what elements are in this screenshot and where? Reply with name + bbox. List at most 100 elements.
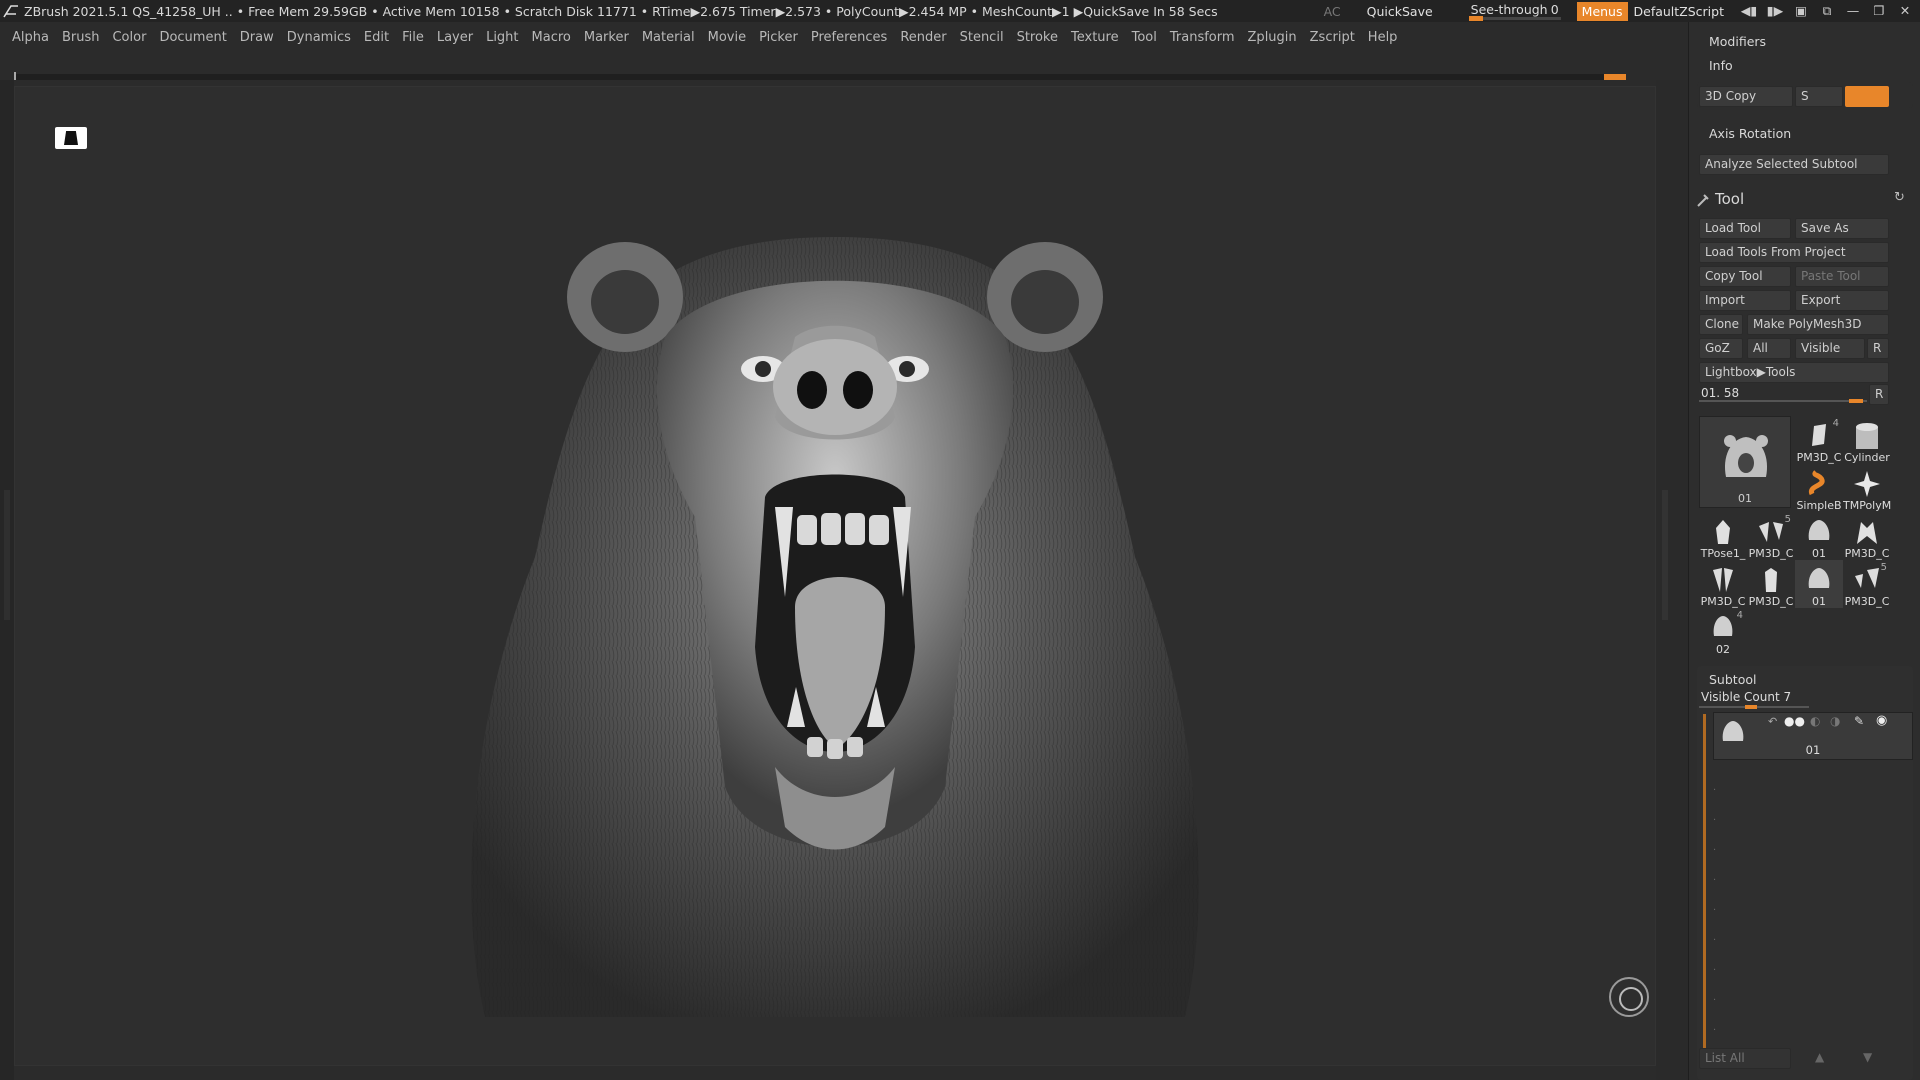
brush-toggle-icon[interactable]: ✎ bbox=[1854, 714, 1864, 728]
close-icon[interactable]: ✕ bbox=[1894, 3, 1916, 19]
view-gizmo-icon[interactable] bbox=[1609, 977, 1649, 1017]
move-up-icon[interactable]: ▲ bbox=[1815, 1050, 1824, 1064]
right-tray-splitter[interactable] bbox=[1656, 80, 1688, 1080]
tool-thumb-simplebrush[interactable]: SimpleB bbox=[1795, 464, 1843, 512]
subtool-scrollbar[interactable] bbox=[1703, 714, 1706, 1068]
material-toggle-icon[interactable]: ◐ bbox=[1810, 714, 1820, 728]
goz-visible-button[interactable]: Visible bbox=[1795, 338, 1865, 359]
tool-thumb-pm3d-2[interactable]: 5 PM3D_C bbox=[1747, 512, 1795, 560]
move-down-icon[interactable]: ▼ bbox=[1863, 1050, 1872, 1064]
tool-slider-r-button[interactable]: R bbox=[1869, 384, 1889, 405]
document-canvas[interactable] bbox=[14, 86, 1656, 1066]
pm3d-shape-icon bbox=[1812, 424, 1826, 446]
lightbox-tools-button[interactable]: Lightbox▶Tools bbox=[1699, 362, 1889, 383]
see-through-slider[interactable]: See-through 0 bbox=[1467, 1, 1563, 21]
menu-help[interactable]: Help bbox=[1368, 30, 1398, 45]
paste-tool-button[interactable]: Paste Tool bbox=[1795, 266, 1889, 287]
tool-thumb-cylinder[interactable]: Cylinder bbox=[1843, 416, 1891, 464]
menu-brush[interactable]: Brush bbox=[62, 30, 100, 45]
menu-light[interactable]: Light bbox=[486, 30, 518, 45]
menu-zplugin[interactable]: Zplugin bbox=[1248, 30, 1297, 45]
tool-thumb-pm3d-5[interactable]: PM3D_C bbox=[1747, 560, 1795, 608]
menu-stencil[interactable]: Stencil bbox=[960, 30, 1004, 45]
s-button[interactable]: S bbox=[1795, 86, 1843, 107]
visible-count-slider[interactable]: Visible Count 7 bbox=[1699, 688, 1809, 709]
menu-stroke[interactable]: Stroke bbox=[1017, 30, 1058, 45]
left-tray[interactable] bbox=[0, 80, 14, 1080]
clone-button[interactable]: Clone bbox=[1699, 314, 1743, 335]
goz-all-button[interactable]: All bbox=[1747, 338, 1791, 359]
solo-toggle-icon[interactable]: ◑ bbox=[1830, 714, 1840, 728]
menu-document[interactable]: Document bbox=[159, 30, 226, 45]
polypaint-toggle-icon[interactable]: ●● bbox=[1784, 714, 1805, 728]
window-swap-icon[interactable]: ⧉ bbox=[1816, 3, 1838, 19]
default-zscript-button[interactable]: DefaultZScript bbox=[1634, 4, 1725, 19]
analyze-selected-subtool-button[interactable]: Analyze Selected Subtool bbox=[1699, 154, 1889, 175]
menu-preferences[interactable]: Preferences bbox=[811, 30, 887, 45]
tool-slider[interactable]: 01. 58 bbox=[1699, 384, 1867, 404]
menu-macro[interactable]: Macro bbox=[532, 30, 571, 45]
subtool-item[interactable]: ↶ ●● ◐ ◑ ✎ ◉ 01 bbox=[1713, 712, 1913, 760]
menu-file[interactable]: File bbox=[402, 30, 424, 45]
ac-button[interactable]: AC bbox=[1324, 4, 1341, 19]
modifiers-header[interactable]: Modifiers bbox=[1709, 34, 1766, 49]
current-tool-label: 01 bbox=[1738, 492, 1752, 505]
goz-r-button[interactable]: R bbox=[1867, 338, 1889, 359]
window-layout-icon[interactable]: ▣ bbox=[1790, 3, 1812, 19]
s-value-field[interactable] bbox=[1845, 86, 1889, 107]
menu-edit[interactable]: Edit bbox=[364, 30, 389, 45]
menu-zscript[interactable]: Zscript bbox=[1310, 30, 1355, 45]
menu-transform[interactable]: Transform bbox=[1170, 30, 1235, 45]
right-tray-handle[interactable] bbox=[1662, 490, 1668, 620]
save-as-button[interactable]: Save As bbox=[1795, 218, 1889, 239]
menu-dynamics[interactable]: Dynamics bbox=[287, 30, 351, 45]
tool-thumb-pm3d-1[interactable]: 4 PM3D_C bbox=[1795, 416, 1843, 464]
tool-thumb-tmpolymesh[interactable]: TMPolyM bbox=[1843, 464, 1891, 512]
eye-visibility-icon[interactable]: ◉ bbox=[1876, 713, 1887, 728]
list-all-button[interactable]: List All bbox=[1699, 1048, 1791, 1069]
menu-movie[interactable]: Movie bbox=[708, 30, 746, 45]
title-bar: ZBrush 2021.5.1 QS_41258_UH .. • Free Me… bbox=[0, 0, 1920, 22]
3d-copy-button[interactable]: 3D Copy bbox=[1699, 86, 1793, 107]
menu-marker[interactable]: Marker bbox=[584, 30, 629, 45]
left-tray-handle[interactable] bbox=[4, 490, 10, 620]
info-header[interactable]: Info bbox=[1709, 58, 1733, 73]
quicksave-button[interactable]: QuickSave bbox=[1367, 4, 1433, 19]
layout-left-icon[interactable]: ◀▮ bbox=[1738, 3, 1760, 19]
restore-icon[interactable]: ❐ bbox=[1868, 3, 1890, 19]
menu-material[interactable]: Material bbox=[642, 30, 695, 45]
make-polymesh3d-button[interactable]: Make PolyMesh3D bbox=[1747, 314, 1889, 335]
reset-icon[interactable]: ↻ bbox=[1894, 190, 1905, 205]
cylinder-icon bbox=[1856, 423, 1878, 449]
menu-texture[interactable]: Texture bbox=[1071, 30, 1119, 45]
tool-thumb-01-selected[interactable]: 01 bbox=[1795, 560, 1843, 608]
minimize-icon[interactable]: — bbox=[1842, 3, 1864, 19]
current-tool-thumbnail[interactable]: 01 bbox=[1699, 416, 1791, 508]
layout-right-icon[interactable]: ▮▶ bbox=[1764, 3, 1786, 19]
import-button[interactable]: Import bbox=[1699, 290, 1791, 311]
subtool-palette-title[interactable]: Subtool bbox=[1709, 672, 1756, 687]
tool-thumb-pm3d-4[interactable]: PM3D_C bbox=[1699, 560, 1747, 608]
menu-color[interactable]: Color bbox=[112, 30, 146, 45]
menu-tool[interactable]: Tool bbox=[1132, 30, 1157, 45]
tool-thumb-01[interactable]: 01 bbox=[1795, 512, 1843, 560]
menu-draw[interactable]: Draw bbox=[240, 30, 274, 45]
load-tool-button[interactable]: Load Tool bbox=[1699, 218, 1791, 239]
tool-thumb-pm3d-6[interactable]: 5 PM3D_C bbox=[1843, 560, 1891, 608]
load-tools-from-project-button[interactable]: Load Tools From Project bbox=[1699, 242, 1889, 263]
export-button[interactable]: Export bbox=[1795, 290, 1889, 311]
menus-toggle[interactable]: Menus bbox=[1576, 1, 1628, 21]
copy-tool-button[interactable]: Copy Tool bbox=[1699, 266, 1791, 287]
tool-thumb-tpose[interactable]: TPose1_ bbox=[1699, 512, 1747, 560]
top-shelf-ruler[interactable] bbox=[14, 72, 1626, 80]
menu-layer[interactable]: Layer bbox=[437, 30, 473, 45]
menu-picker[interactable]: Picker bbox=[759, 30, 798, 45]
tool-palette-title[interactable]: Tool bbox=[1715, 190, 1744, 208]
tool-thumb-02[interactable]: 4 02 bbox=[1699, 608, 1747, 656]
goz-button[interactable]: GoZ bbox=[1699, 338, 1743, 359]
axis-rotation-header[interactable]: Axis Rotation bbox=[1709, 126, 1791, 141]
tool-thumb-pm3d-3[interactable]: PM3D_C bbox=[1843, 512, 1891, 560]
menu-alpha[interactable]: Alpha bbox=[12, 30, 49, 45]
subtool-arrow-icon[interactable]: ↶ bbox=[1768, 715, 1777, 728]
menu-render[interactable]: Render bbox=[900, 30, 946, 45]
